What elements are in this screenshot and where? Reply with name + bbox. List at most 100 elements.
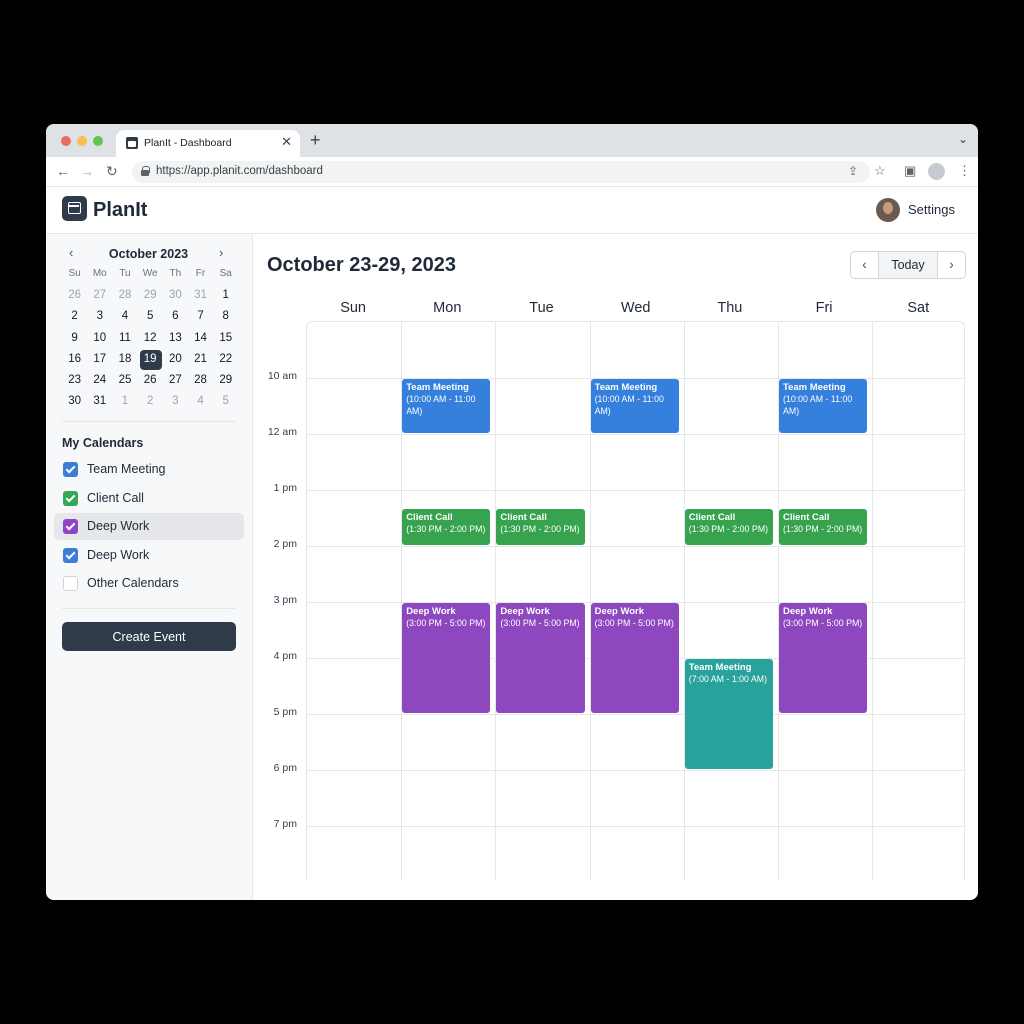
mini-calendar-day[interactable]: 12 (138, 328, 163, 349)
checkbox-checked-icon[interactable] (63, 519, 78, 534)
browser-tab[interactable]: PlanIt - Dashboard ✕ (116, 130, 300, 157)
mini-calendar-day[interactable]: 30 (62, 391, 87, 412)
calendar-event[interactable]: Client Call (1:30 PM - 2:00 PM) (684, 509, 773, 545)
bookmark-star-icon[interactable]: ☆ (874, 163, 886, 179)
user-avatar[interactable] (876, 198, 900, 222)
day-number: 1 (121, 395, 129, 408)
chevron-down-icon[interactable]: ⌄ (958, 132, 968, 146)
calendar-event[interactable]: Team Meeting (7:00 AM - 1:00 AM) (684, 659, 773, 769)
mini-calendar-day[interactable]: 21 (188, 349, 213, 370)
mini-calendar-day[interactable]: 22 (213, 349, 238, 370)
mini-calendar-day[interactable]: 7 (188, 306, 213, 327)
mini-calendar-day[interactable]: 14 (188, 328, 213, 349)
day-number: 20 (168, 352, 182, 365)
calendar-event[interactable]: Deep Work (3:00 PM - 5:00 PM) (402, 603, 491, 713)
share-icon[interactable]: ⇪ (848, 164, 858, 178)
mini-calendar-day[interactable]: 2 (62, 306, 87, 327)
mini-calendar-day[interactable]: 26 (62, 285, 87, 306)
mini-calendar-day[interactable]: 3 (87, 306, 112, 327)
checkbox-empty-icon[interactable] (63, 576, 78, 591)
day-header: Thu (717, 300, 743, 316)
calendar-item[interactable]: Client Call (54, 485, 244, 512)
calendar-event[interactable]: Deep Work (3:00 PM - 5:00 PM) (496, 603, 585, 713)
mini-calendar-day[interactable]: 25 (112, 370, 137, 391)
mini-calendar-day[interactable]: 28 (188, 370, 213, 391)
time-label: 12 am (267, 426, 297, 438)
calendar-event[interactable]: Team Meeting (10:00 AM - 11:00 AM) (402, 379, 491, 433)
mini-calendar-day[interactable]: 27 (163, 370, 188, 391)
prev-week-button[interactable]: ‹ (851, 252, 879, 278)
event-title: Team Meeting (594, 382, 658, 393)
calendar-event[interactable]: Team Meeting (10:00 AM - 11:00 AM) (779, 379, 868, 433)
mini-calendar-day[interactable]: 1 (112, 391, 137, 412)
create-event-button[interactable]: Create Event (62, 622, 236, 651)
mini-calendar-day[interactable]: 17 (87, 349, 112, 370)
mini-calendar-day[interactable]: 20 (163, 349, 188, 370)
mini-calendar-day-selected[interactable]: 19 (138, 349, 163, 371)
calendar-event[interactable]: Client Call (1:30 PM - 2:00 PM) (779, 509, 868, 545)
tab-title: PlanIt - Dashboard (144, 137, 232, 149)
day-number: 2 (146, 395, 154, 408)
mini-calendar-day[interactable]: 4 (112, 306, 137, 327)
mini-calendar-day[interactable]: 1 (213, 285, 238, 306)
close-tab-icon[interactable]: ✕ (281, 134, 292, 150)
calendar-event[interactable]: Deep Work (3:00 PM - 5:00 PM) (779, 603, 868, 713)
mini-calendar-day[interactable]: 31 (188, 285, 213, 306)
browser-profile-avatar[interactable] (928, 163, 945, 180)
mini-calendar-day[interactable]: 9 (62, 328, 87, 349)
side-panel-icon[interactable]: ▣ (904, 163, 916, 179)
calendar-item[interactable]: Other Calendars (54, 570, 244, 597)
week-grid[interactable]: Team Meeting (10:00 AM - 11:00 AM) Team Me… (306, 321, 965, 881)
day-number: 4 (121, 310, 129, 323)
close-window-icon[interactable] (61, 136, 71, 146)
day-number: 16 (68, 352, 81, 365)
mini-calendar-day[interactable]: 15 (213, 328, 238, 349)
day-header: Sat (907, 300, 930, 316)
checkbox-checked-icon[interactable] (63, 462, 78, 477)
calendar-event[interactable]: Client Call (1:30 PM - 2:00 PM) (496, 509, 585, 545)
forward-icon[interactable]: → (80, 163, 94, 179)
checkbox-checked-icon[interactable] (63, 490, 78, 506)
mini-calendar-day[interactable]: 5 (138, 306, 163, 327)
mini-calendar-day[interactable]: 6 (163, 306, 188, 327)
new-tab-icon[interactable]: + (310, 130, 321, 150)
mini-calendar-day[interactable]: 8 (213, 306, 238, 327)
mini-calendar-day[interactable]: 11 (112, 328, 137, 349)
calendar-item[interactable]: Deep Work (54, 513, 244, 540)
kebab-menu-icon[interactable]: ⋮ (958, 163, 971, 179)
reload-icon[interactable]: ↻ (106, 163, 118, 180)
minimize-window-icon[interactable] (77, 136, 87, 146)
mini-calendar-day[interactable]: 13 (163, 328, 188, 349)
mini-calendar-day[interactable]: 23 (62, 370, 87, 391)
maximize-window-icon[interactable] (93, 136, 103, 146)
mini-calendar-day[interactable]: 29 (213, 370, 238, 391)
mini-calendar-day[interactable]: 27 (87, 285, 112, 306)
today-button[interactable]: Today (879, 252, 937, 278)
calendar-event[interactable]: Client Call (1:30 PM - 2:00 PM) (402, 509, 491, 545)
calendar-item[interactable]: Deep Work (54, 542, 244, 569)
mini-calendar-day[interactable]: 28 (112, 285, 137, 306)
address-bar[interactable]: https://app.planit.com/dashboard ⇪ ☆ (132, 161, 886, 183)
next-week-button[interactable]: › (937, 252, 965, 278)
mini-calendar-day[interactable]: 2 (138, 391, 163, 412)
mini-calendar-day[interactable]: 29 (138, 285, 163, 306)
back-icon[interactable]: ← (56, 163, 70, 179)
calendar-event[interactable]: Team Meeting (10:00 AM - 11:00 AM) (590, 379, 679, 433)
mini-calendar-day[interactable]: 31 (87, 391, 112, 412)
mini-calendar-day[interactable]: 18 (112, 349, 137, 370)
mini-calendar-day[interactable]: 5 (213, 391, 238, 412)
mini-calendar-prev-icon[interactable]: ‹ (69, 245, 73, 260)
mini-calendar-day[interactable]: 16 (62, 349, 87, 370)
mini-calendar-next-icon[interactable]: › (219, 245, 223, 260)
mini-calendar-day[interactable]: 3 (163, 391, 188, 412)
mini-calendar-day[interactable]: 30 (163, 285, 188, 306)
mini-calendar-day[interactable]: 24 (87, 370, 112, 391)
mini-calendar-day[interactable]: 26 (138, 370, 163, 391)
calendar-event[interactable]: Deep Work (3:00 PM - 5:00 PM) (590, 603, 679, 713)
calendar-item[interactable]: Team Meeting (54, 456, 244, 483)
mini-calendar-day[interactable]: 4 (188, 391, 213, 412)
checkbox-checked-icon[interactable] (63, 547, 78, 563)
grid-row-line (307, 826, 964, 827)
settings-link[interactable]: Settings (908, 202, 955, 217)
mini-calendar-day[interactable]: 10 (87, 328, 112, 349)
